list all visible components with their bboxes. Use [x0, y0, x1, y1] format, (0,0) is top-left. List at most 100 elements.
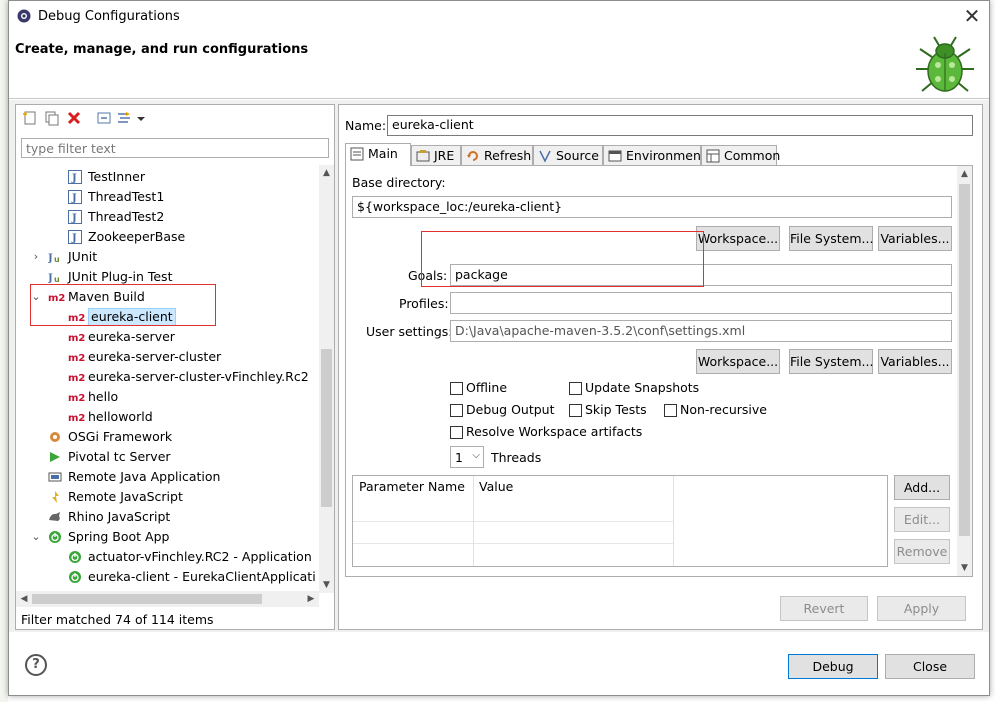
tree-item-eureka-server[interactable]: m2 eureka-server	[16, 327, 316, 347]
update-snapshots-checkbox-box[interactable]	[569, 382, 582, 395]
tree-item-junit[interactable]: › Ju JUnit	[16, 247, 316, 267]
duplicate-config-icon[interactable]	[44, 110, 60, 126]
scroll-down-icon[interactable]: ▼	[319, 577, 334, 593]
tree-item-actuator-vfinchley-rc2-application[interactable]: actuator-vFinchley.RC2 - Application	[16, 547, 316, 567]
tree-item-junit-plug-in-test[interactable]: Ju JUnit Plug-in Test	[16, 267, 316, 287]
scroll-thumb[interactable]	[959, 184, 970, 536]
chevron-right-icon[interactable]: ›	[30, 247, 42, 267]
base-workspace-button[interactable]: Workspace...	[696, 226, 780, 251]
scroll-left-icon[interactable]: ◀	[16, 591, 32, 607]
scroll-down-icon[interactable]: ▼	[957, 560, 972, 576]
svg-text:m2: m2	[48, 293, 65, 304]
tree-item-spring-boot-app[interactable]: ⌄ Spring Boot App	[16, 527, 316, 547]
scroll-up-icon[interactable]: ▲	[957, 166, 972, 182]
close-window-button[interactable]: ✕	[957, 3, 987, 29]
base-filesystem-button[interactable]: File System...	[789, 226, 873, 251]
tab-vertical-scrollbar[interactable]: ▲ ▼	[957, 166, 972, 576]
profiles-input[interactable]	[450, 292, 952, 314]
close-button[interactable]: Close	[885, 654, 975, 679]
skip-tests-checkbox[interactable]: Skip Tests	[569, 402, 647, 418]
tree-item-zookeeperbase[interactable]: J ZookeeperBase	[16, 227, 316, 247]
user-settings-input[interactable]: D:\Java\apache-maven-3.5.2\conf\settings…	[450, 320, 952, 342]
main-tab-content: Base directory: ${workspace_loc:/eureka-…	[345, 165, 973, 577]
param-value-header[interactable]: Value	[473, 476, 513, 498]
offline-checkbox[interactable]: Offline	[450, 380, 507, 396]
tree-item-helloworld[interactable]: m2 helloworld	[16, 407, 316, 427]
new-config-icon[interactable]	[22, 110, 38, 126]
tab-source[interactable]: Source	[533, 145, 603, 165]
name-input[interactable]: eureka-client	[387, 115, 973, 136]
tab-refresh[interactable]: Refresh	[461, 145, 533, 165]
tree-item-eureka-server-cluster[interactable]: m2 eureka-server-cluster	[16, 347, 316, 367]
revert-button[interactable]: Revert	[780, 596, 868, 621]
maven-icon: m2	[68, 370, 86, 384]
add-parameter-button[interactable]: Add...	[894, 475, 950, 500]
offline-checkbox-box[interactable]	[450, 382, 463, 395]
tree-item-testinner[interactable]: J TestInner	[16, 167, 316, 187]
collapse-all-icon[interactable]	[96, 110, 112, 126]
column-divider	[673, 476, 674, 566]
scroll-thumb[interactable]	[321, 349, 332, 507]
tab-environment[interactable]: Environment	[603, 145, 706, 165]
svg-text:m2: m2	[68, 413, 85, 424]
tree-item-pivotal-tc-server[interactable]: Pivotal tc Server	[16, 447, 316, 467]
tree-vertical-scrollbar[interactable]: ▲ ▼	[319, 165, 334, 593]
tab-label: Common	[724, 148, 781, 163]
scroll-up-icon[interactable]: ▲	[319, 165, 334, 181]
apply-button[interactable]: Apply	[877, 596, 966, 621]
param-name-header[interactable]: Parameter Name	[353, 476, 465, 498]
name-label: Name:	[345, 118, 387, 133]
filter-input[interactable]	[21, 138, 329, 158]
parameters-table[interactable]: Parameter Name Value	[352, 475, 888, 567]
configuration-list-panel: J TestInner J ThreadTest1 J ThreadTest2 J Zooke…	[15, 104, 335, 630]
filter-config-icon[interactable]	[116, 110, 132, 126]
toolbar-menu-chevron-icon[interactable]	[136, 110, 146, 126]
settings-filesystem-button[interactable]: File System...	[789, 349, 873, 374]
tree-item-osgi-framework[interactable]: OSGi Framework	[16, 427, 316, 447]
non-recursive-checkbox[interactable]: Non-recursive	[664, 402, 767, 418]
threads-select[interactable]: 1 ⌵	[450, 446, 484, 468]
tab-jre[interactable]: JRE	[411, 145, 461, 165]
junit-class-icon: J	[68, 230, 82, 244]
debug-output-checkbox[interactable]: Debug Output	[450, 402, 555, 418]
tree-item-maven-build[interactable]: ⌄ m2 Maven Build	[16, 287, 316, 307]
settings-workspace-button[interactable]: Workspace...	[696, 349, 780, 374]
update-snapshots-checkbox[interactable]: Update Snapshots	[569, 380, 699, 396]
tree-item-label: eureka-server-cluster-vFinchley.Rc2	[88, 369, 309, 384]
non-recursive-checkbox-box[interactable]	[664, 404, 677, 417]
scroll-right-icon[interactable]: ▶	[303, 591, 319, 607]
tree-item-label: hello	[88, 389, 119, 404]
spring-boot-icon	[68, 550, 82, 564]
config-tabs: Main JRE Refresh Source Environment Common	[345, 143, 973, 166]
help-icon[interactable]: ?	[25, 654, 47, 676]
resolve-workspace-checkbox-box[interactable]	[450, 426, 463, 439]
tree-item-rhino-javascript[interactable]: Rhino JavaScript	[16, 507, 316, 527]
resolve-workspace-checkbox[interactable]: Resolve Workspace artifacts	[450, 424, 642, 440]
base-variables-button[interactable]: Variables...	[878, 226, 952, 251]
hscroll-thumb[interactable]	[32, 594, 262, 604]
tree-item-eureka-server-cluster-vfinchley-rc2[interactable]: m2 eureka-server-cluster-vFinchley.Rc2	[16, 367, 316, 387]
skip-tests-checkbox-box[interactable]	[569, 404, 582, 417]
tree-item-threadtest2[interactable]: J ThreadTest2	[16, 207, 316, 227]
tab-main[interactable]: Main	[345, 143, 411, 166]
svg-text:m2: m2	[68, 313, 85, 324]
delete-config-icon[interactable]	[66, 110, 82, 126]
tree-item-hello[interactable]: m2 hello	[16, 387, 316, 407]
tree-item-eureka-client[interactable]: m2 eureka-client	[16, 307, 316, 327]
base-directory-input[interactable]: ${workspace_loc:/eureka-client}	[352, 196, 952, 218]
goals-input[interactable]: package	[450, 264, 952, 286]
chevron-down-icon[interactable]: ⌄	[30, 287, 42, 307]
tree-item-threadtest1[interactable]: J ThreadTest1	[16, 187, 316, 207]
debug-output-checkbox-box[interactable]	[450, 404, 463, 417]
tree-item-remote-javascript[interactable]: Remote JavaScript	[16, 487, 316, 507]
tree-item-remote-java-application[interactable]: Remote Java Application	[16, 467, 316, 487]
tab-label: Main	[368, 146, 398, 161]
settings-variables-button[interactable]: Variables...	[878, 349, 952, 374]
edit-parameter-button[interactable]: Edit...	[894, 507, 950, 532]
chevron-down-icon[interactable]: ⌄	[30, 527, 42, 547]
tab-common[interactable]: Common	[701, 145, 781, 165]
remove-parameter-button[interactable]: Remove	[894, 539, 950, 564]
tree-horizontal-scrollbar[interactable]: ◀ ▶	[16, 591, 319, 607]
debug-button[interactable]: Debug	[788, 654, 878, 679]
tree-item-eureka-client-eurekaclientapplication[interactable]: eureka-client - EurekaClientApplication	[16, 567, 316, 587]
